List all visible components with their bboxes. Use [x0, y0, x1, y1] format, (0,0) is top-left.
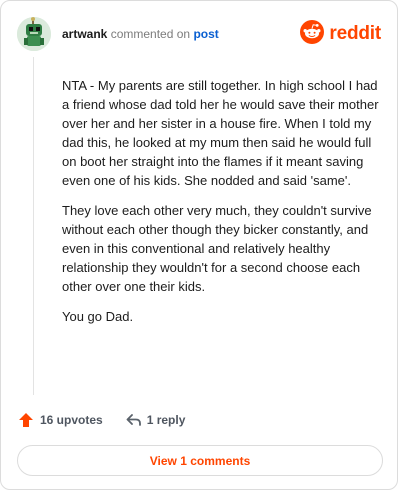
- avatar-icon[interactable]: [17, 17, 51, 51]
- upvotes-count: 16 upvotes: [40, 413, 103, 427]
- view-comments-button[interactable]: View 1 comments: [17, 445, 383, 476]
- upvote-arrow-icon[interactable]: [17, 411, 35, 429]
- comment-body: NTA - My parents are still together. In …: [62, 76, 382, 337]
- comment-paragraph: NTA - My parents are still together. In …: [62, 78, 379, 188]
- comment-paragraph: You go Dad.: [62, 309, 134, 324]
- thread-line: [33, 57, 34, 395]
- username[interactable]: artwank: [62, 27, 107, 41]
- comment-action-text: commented on: [110, 27, 191, 41]
- reddit-wordmark: reddit: [329, 23, 381, 44]
- comment-actions: 16 upvotes 1 reply: [17, 410, 185, 430]
- comment-meta: artwank commented on post: [62, 27, 219, 41]
- comment-paragraph: They love each other very much, they cou…: [62, 203, 372, 294]
- reddit-logo-icon: [300, 19, 325, 49]
- comment-header: artwank commented on post reddit: [17, 17, 381, 51]
- reply-arrow-icon[interactable]: [125, 411, 143, 429]
- reply-count[interactable]: 1 reply: [147, 413, 186, 427]
- reddit-brand[interactable]: reddit: [300, 19, 381, 49]
- comment-card: artwank commented on post reddit NTA - M…: [0, 0, 398, 490]
- post-link[interactable]: post: [193, 27, 218, 41]
